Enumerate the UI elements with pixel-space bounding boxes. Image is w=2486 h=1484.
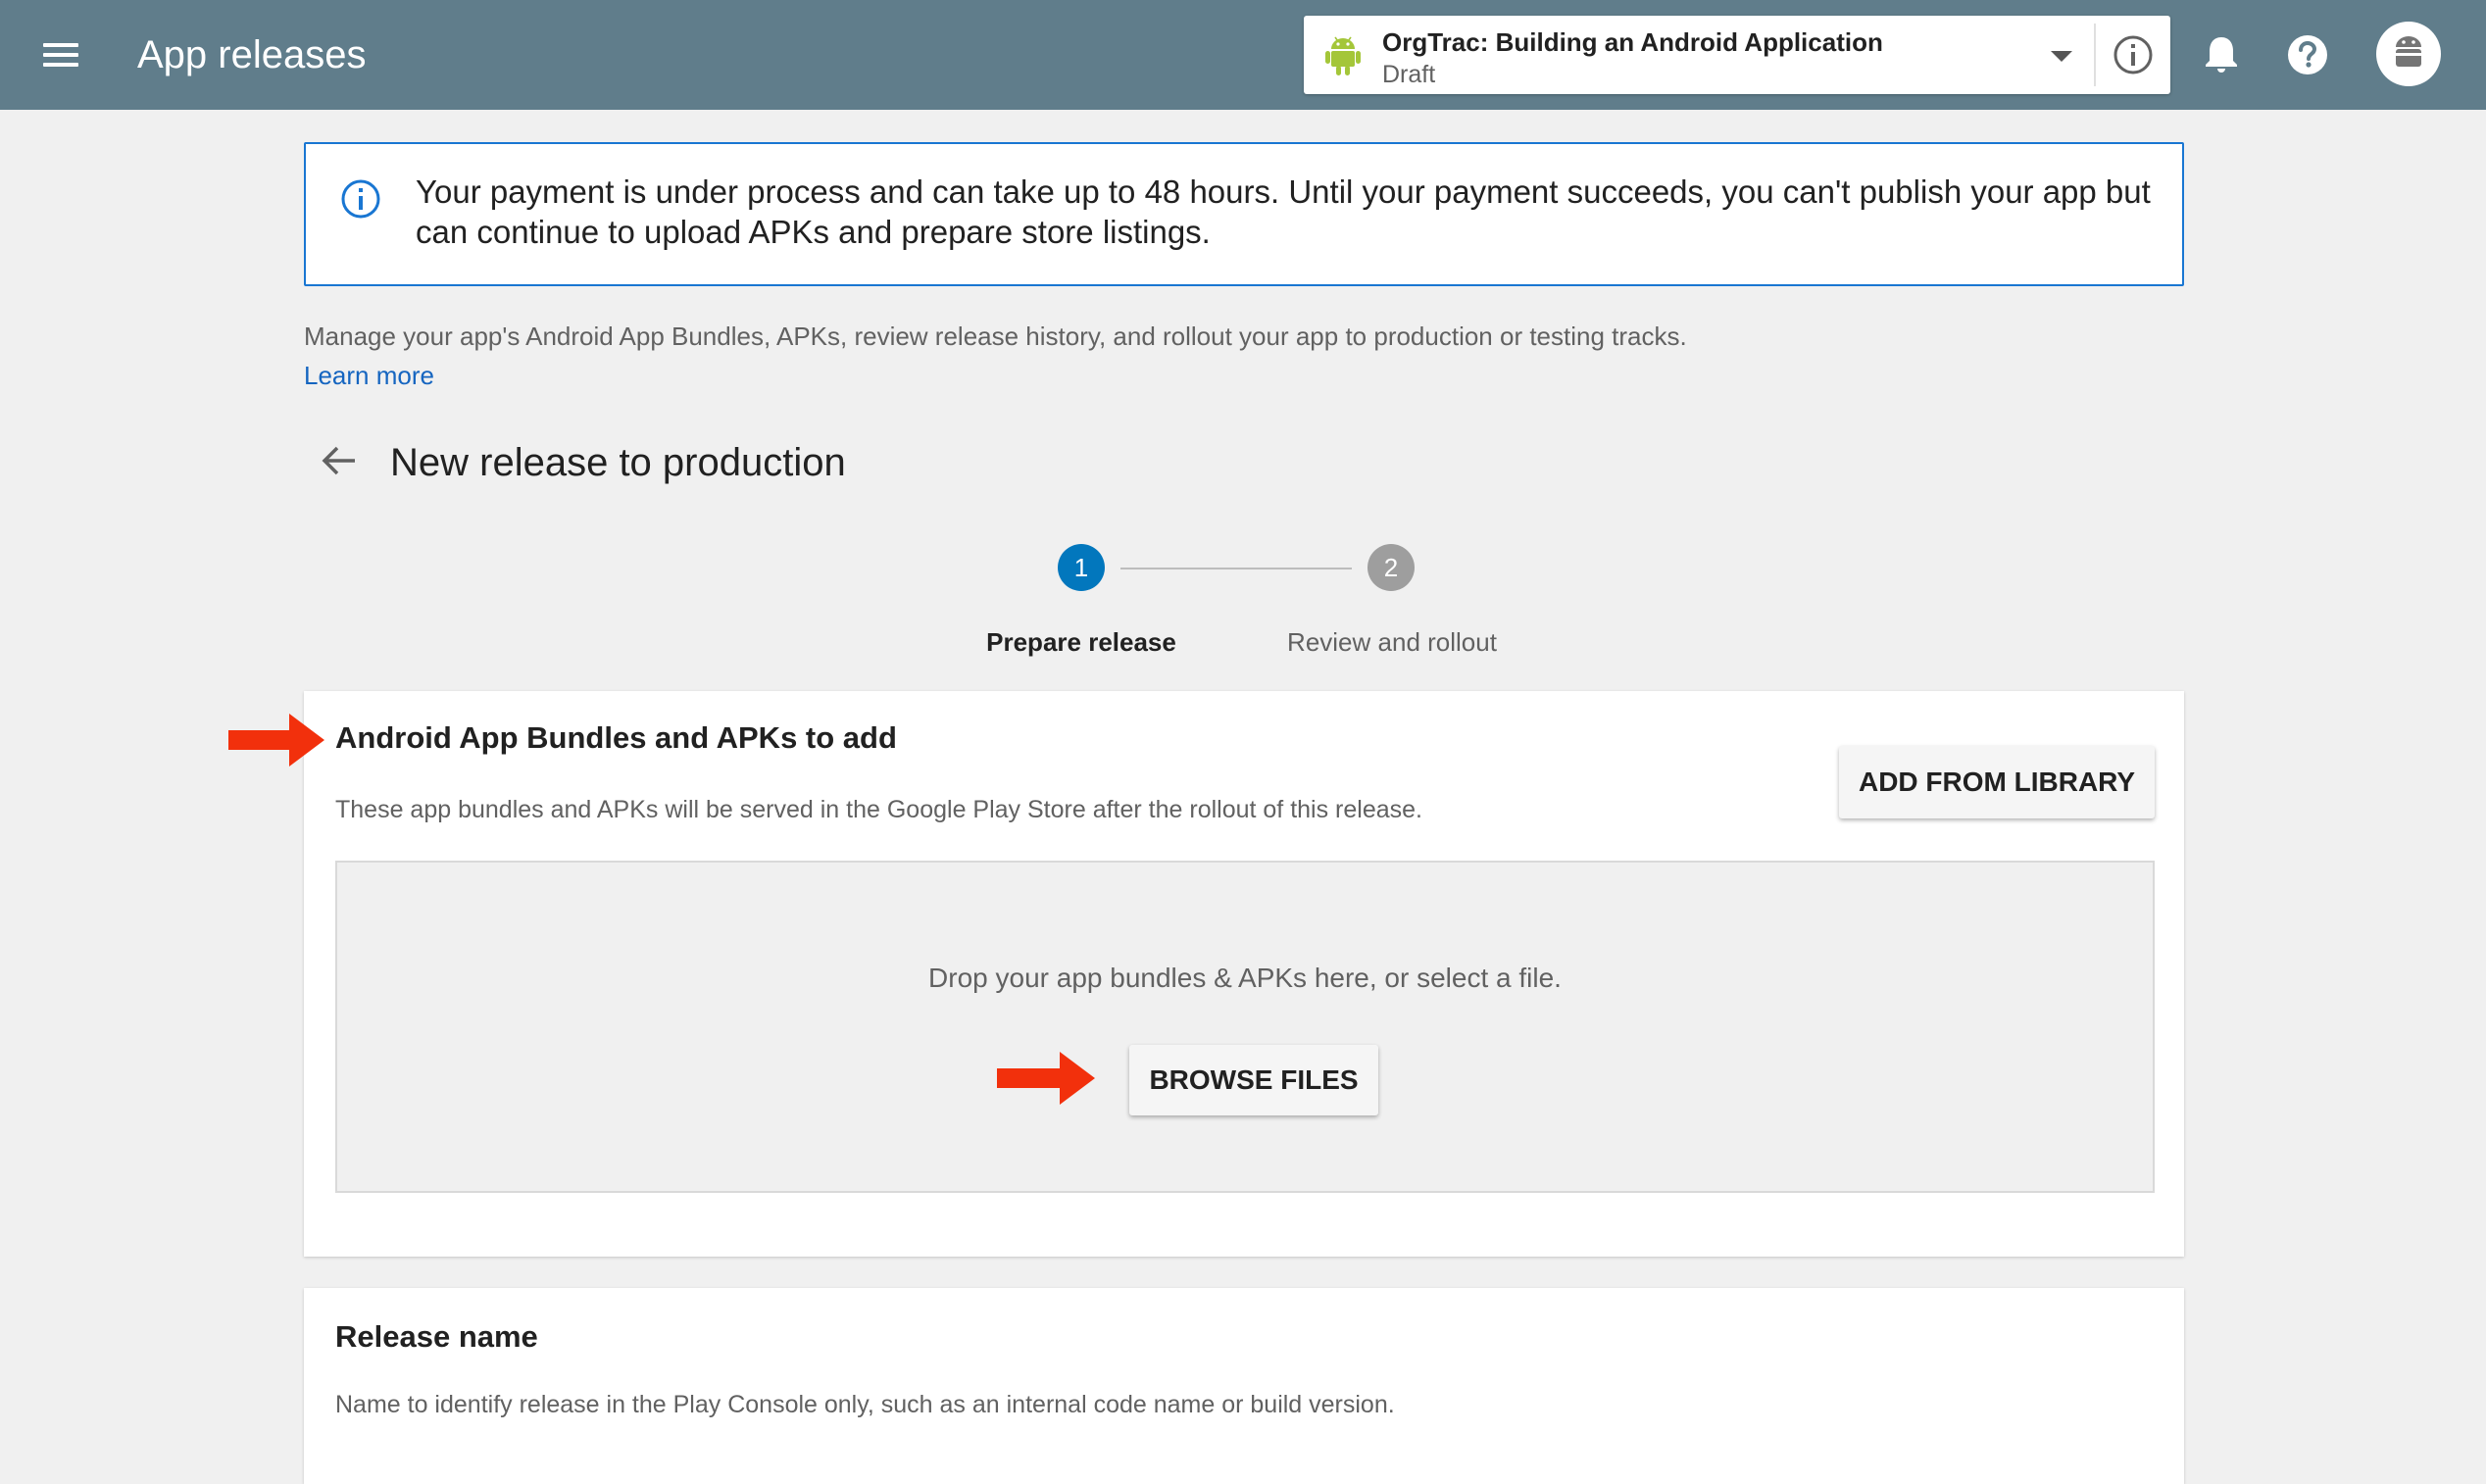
intro-text: Manage your app's Android App Bundles, A… — [304, 322, 1687, 351]
divider — [2094, 24, 2096, 86]
step-2-circle: 2 — [1367, 544, 1415, 591]
info-icon — [341, 179, 380, 219]
learn-more-link[interactable]: Learn more — [304, 359, 434, 392]
android-icon — [1325, 36, 1361, 75]
help-icon[interactable] — [2284, 31, 2331, 78]
app-selector[interactable]: OrgTrac: Building an Android Application… — [1304, 16, 2170, 94]
step-connector — [1120, 568, 1352, 569]
add-from-library-button[interactable]: ADD FROM LIBRARY — [1839, 746, 2155, 818]
avatar-icon — [2396, 36, 2421, 67]
back-arrow-icon[interactable] — [320, 441, 359, 480]
dropzone-text: Drop your app bundles & APKs here, or se… — [928, 963, 1562, 993]
release-name-description: Name to identify release in the Play Con… — [335, 1391, 1395, 1418]
chevron-down-icon[interactable] — [2051, 51, 2072, 62]
step-2-label: Review and rollout — [1287, 627, 1497, 657]
bell-icon[interactable] — [2198, 31, 2245, 78]
banner-message: Your payment is under process and can ta… — [416, 173, 2151, 250]
app-bundles-title: Android App Bundles and APKs to add — [335, 720, 897, 755]
top-app-bar: App releases OrgTrac: Building an Androi… — [0, 0, 2486, 110]
app-bundles-card: Android App Bundles and APKs to add Thes… — [304, 691, 2184, 1257]
annotation-arrow-icon — [228, 714, 324, 767]
step-1-circle: 1 — [1058, 544, 1105, 591]
release-name-title: Release name — [335, 1319, 538, 1354]
annotation-arrow-icon — [997, 1052, 1095, 1105]
app-bundles-description: These app bundles and APKs will be serve… — [335, 796, 1422, 823]
payment-notice-banner: Your payment is under process and can ta… — [304, 142, 2184, 286]
app-name: OrgTrac: Building an Android Application — [1382, 27, 1883, 57]
avatar[interactable] — [2376, 22, 2441, 86]
step-1-label: Prepare release — [986, 627, 1176, 657]
menu-icon[interactable] — [39, 35, 84, 74]
release-name-card: Release name Name to identify release in… — [304, 1288, 2184, 1484]
file-dropzone[interactable]: Drop your app bundles & APKs here, or se… — [335, 861, 2155, 1193]
app-status: Draft — [1382, 61, 1436, 88]
page-title: New release to production — [390, 441, 846, 484]
page-header-title: App releases — [137, 33, 367, 76]
info-icon[interactable] — [2112, 33, 2155, 76]
browse-files-button[interactable]: BROWSE FILES — [1129, 1045, 1378, 1115]
